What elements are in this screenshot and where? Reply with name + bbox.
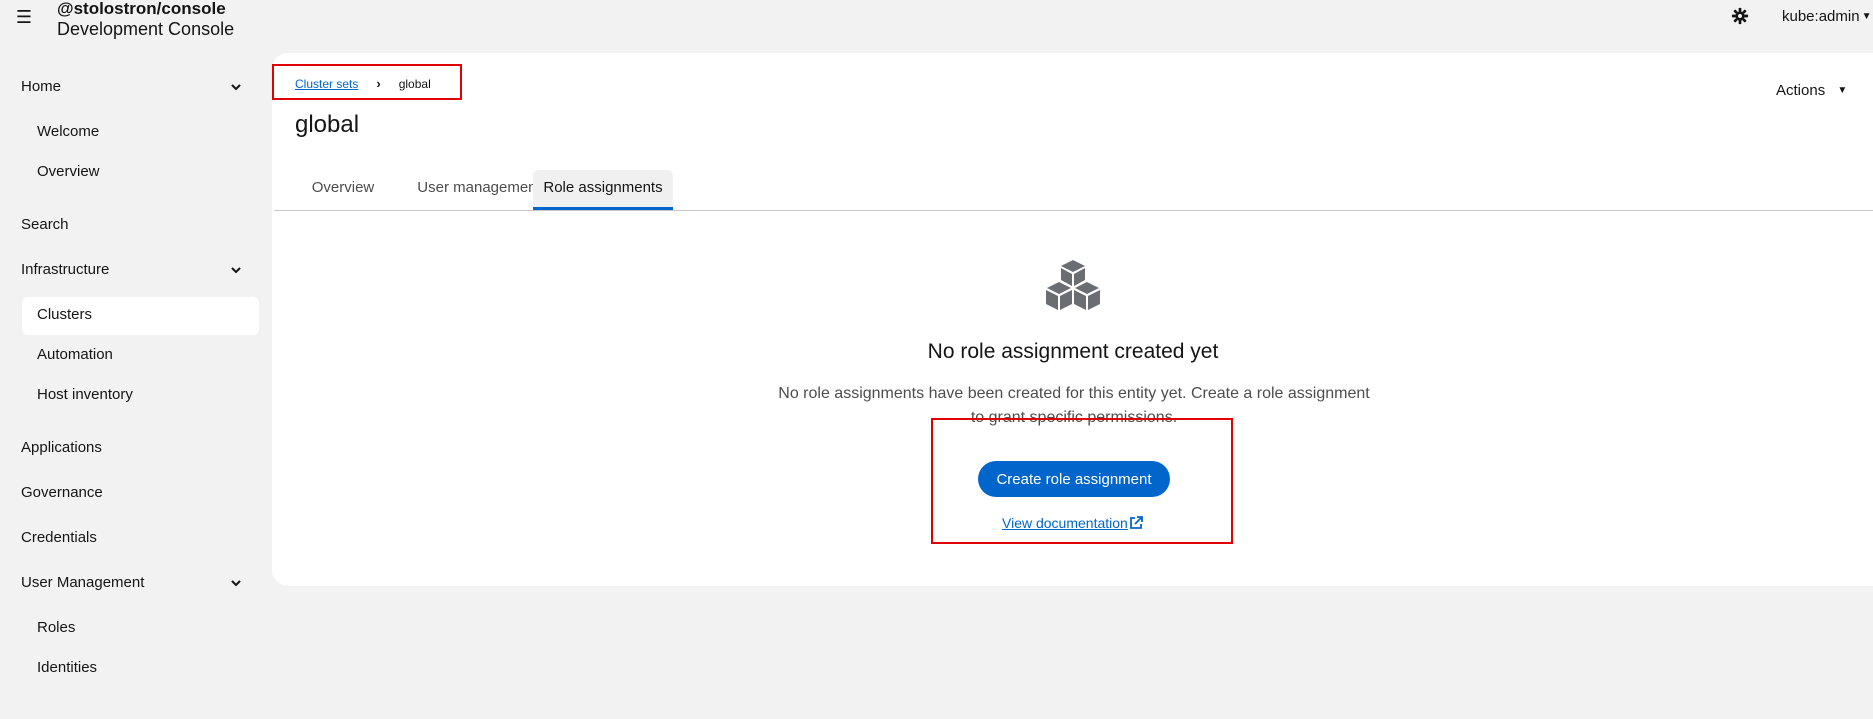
create-role-assignment-button[interactable]: Create role assignment — [978, 461, 1170, 497]
nav-item-overview[interactable]: Overview — [37, 162, 100, 182]
nav-group-infrastructure[interactable]: Infrastructure — [21, 260, 109, 280]
actions-dropdown[interactable]: Actions ▼ — [1776, 82, 1847, 100]
nav-group-user-management[interactable]: User Management — [21, 573, 144, 593]
tab-role-assignments[interactable]: Role assignments — [533, 170, 673, 210]
nav-item-welcome[interactable]: Welcome — [37, 122, 99, 142]
nav-item-roles[interactable]: Roles — [37, 618, 75, 638]
nav-item-applications[interactable]: Applications — [21, 438, 102, 458]
nav-item-clusters[interactable]: Clusters — [37, 305, 92, 325]
nav-item-credentials[interactable]: Credentials — [21, 528, 97, 548]
caret-down-icon: ▼ — [1837, 85, 1848, 96]
chevron-down-icon[interactable] — [229, 576, 243, 590]
brand-subtitle: Development Console — [57, 19, 235, 39]
nav-item-identities[interactable]: Identities — [37, 658, 97, 678]
actions-label: Actions — [1776, 82, 1826, 99]
hamburger-icon[interactable]: ☰ — [14, 6, 34, 28]
empty-state-title: No role assignment created yet — [927, 340, 1219, 363]
user-menu[interactable]: kube:admin ▼ — [1782, 8, 1871, 26]
page-title: global — [295, 111, 360, 138]
brand: @stolostron/console Development Console — [57, 0, 234, 41]
nav-item-search[interactable]: Search — [21, 215, 69, 235]
caret-down-icon: ▼ — [1861, 11, 1872, 22]
chevron-right-icon: › — [376, 76, 381, 91]
breadcrumb-link-cluster-sets[interactable]: Cluster sets — [295, 77, 358, 91]
user-name: kube:admin — [1782, 8, 1860, 25]
chevron-down-icon[interactable] — [229, 263, 243, 277]
masthead: ☰ @stolostron/console Development Consol… — [0, 0, 1873, 52]
brand-name: @stolostron/console — [57, 0, 226, 18]
tab-overview[interactable]: Overview — [295, 170, 391, 210]
nav-item-governance[interactable]: Governance — [21, 483, 103, 503]
view-documentation-link[interactable]: View documentation — [1002, 513, 1143, 533]
breadcrumb-current: global — [398, 77, 431, 91]
view-documentation-label: View documentation — [1002, 515, 1128, 531]
breadcrumb: Cluster sets › global — [295, 76, 431, 92]
cubes-icon — [1046, 260, 1100, 310]
external-link-icon — [1129, 516, 1143, 529]
nav-group-home[interactable]: Home — [21, 77, 61, 97]
nav-item-host-inventory[interactable]: Host inventory — [37, 385, 133, 405]
chevron-down-icon[interactable] — [229, 80, 243, 94]
gear-icon[interactable] — [1731, 7, 1749, 25]
tabs: Overview User management Role assignment… — [274, 170, 1873, 211]
